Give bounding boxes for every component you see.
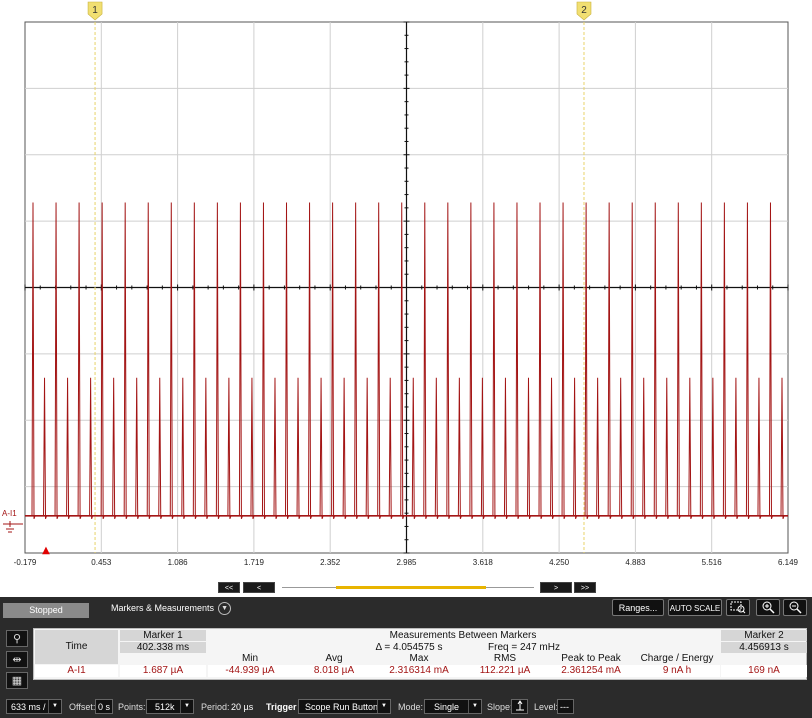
- trigger-label: Trigger: [266, 702, 297, 712]
- timebase-select[interactable]: 633 ms / ▼: [6, 699, 62, 714]
- measurement-column-header: Max: [409, 653, 429, 664]
- points-label: Points:: [118, 702, 146, 712]
- mode-select[interactable]: Single ▼: [424, 699, 482, 714]
- marker2-value: 169 nA: [721, 665, 807, 677]
- points-value: 512k: [155, 702, 175, 712]
- markers-measurements-toggle[interactable]: Markers & Measurements ▼: [111, 601, 232, 616]
- status-bar: 633 ms / ▼ Offset: 0 s Points: 512k ▼ Peri…: [0, 695, 812, 718]
- marker2-time: 4.456913 s: [721, 642, 807, 653]
- scroll-prev-button[interactable]: <: [243, 582, 275, 593]
- x-tick-label: -0.179: [13, 558, 37, 567]
- period-label: Period:: [201, 702, 230, 712]
- bottom-panel: Stopped Markers & Measurements ▼ Ranges..…: [0, 597, 812, 718]
- x-tick-label: 5.516: [701, 558, 722, 567]
- measurement-value: 112.221 µA: [462, 665, 548, 677]
- grid-view-icon[interactable]: ▦: [6, 672, 28, 689]
- delta-time: Δ = 4.054575 s: [375, 642, 443, 653]
- scroll-first-button[interactable]: <<: [218, 582, 240, 593]
- trigger-position-icon[interactable]: ▲: [42, 545, 50, 556]
- mode-value: Single: [434, 702, 460, 712]
- chevron-down-icon: ▼: [377, 700, 390, 713]
- channel-tag: A-I1: [2, 509, 17, 518]
- x-tick-label: 1.719: [243, 558, 264, 567]
- measurement-column-header: Peak to Peak: [561, 653, 621, 664]
- measurement-value: 2.361254 mA: [548, 665, 634, 677]
- x-tick-label: 6.149: [777, 558, 799, 567]
- mode-label: Mode:: [398, 702, 424, 712]
- measurement-value: 9 nA h: [634, 665, 720, 677]
- time-scrollbar[interactable]: << < > >>: [0, 580, 812, 596]
- offset-field[interactable]: 0 s: [95, 699, 113, 714]
- period-value: 20 µs: [231, 702, 254, 712]
- measurement-toolbar: Stopped Markers & Measurements ▼ Ranges..…: [0, 597, 812, 624]
- timebase-value: 633 ms /: [11, 702, 46, 712]
- points-select[interactable]: 512k ▼: [146, 699, 194, 714]
- trigger-source-select[interactable]: Scope Run Button ▼: [298, 699, 391, 714]
- markers-measurements-label: Markers & Measurements: [111, 603, 215, 613]
- trigger-source-value: Scope Run Button: [305, 702, 379, 712]
- time-label: Time: [35, 630, 118, 664]
- scroll-thumb[interactable]: [336, 586, 486, 589]
- chevron-down-icon: ▼: [218, 602, 232, 616]
- measurement-column-header: Charge / Energy: [640, 653, 714, 664]
- x-tick-label: 3.618: [472, 558, 493, 567]
- offset-label: Offset:: [69, 702, 96, 712]
- frequency: Freq = 247 mHz: [488, 642, 560, 653]
- x-tick-label: 2.352: [320, 558, 341, 567]
- run-status-indicator[interactable]: Stopped: [3, 603, 89, 618]
- scope-plot[interactable]: 1 2 A-I1 ▲: [0, 0, 812, 560]
- scroll-last-button[interactable]: >>: [574, 582, 596, 593]
- level-label: Level:: [534, 702, 559, 712]
- marker-2-label: 2: [581, 5, 587, 16]
- marker-1-label: 1: [92, 5, 98, 16]
- x-tick-label: 0.453: [91, 558, 112, 567]
- chevron-down-icon: ▼: [180, 700, 193, 713]
- x-tick-label: 1.086: [167, 558, 188, 567]
- between-markers-header: Measurements Between Markers: [389, 630, 537, 641]
- x-tick-label: 4.883: [625, 558, 646, 567]
- measurements-table: Marker 1 Measurements Between Markers Ma…: [33, 628, 807, 680]
- marker1-header: Marker 1: [120, 630, 206, 641]
- x-axis-tick-labels: -0.179 0.453 1.086 1.719 2.352 2.985 3.618 4.25…: [0, 558, 812, 570]
- measurement-value: -44.939 µA: [208, 665, 292, 677]
- marker1-value: 1.687 µA: [120, 665, 206, 677]
- zoom-in-icon[interactable]: [756, 599, 780, 616]
- channel-label: A-I1: [35, 665, 118, 677]
- slope-rising-icon[interactable]: [511, 699, 528, 714]
- ranges-button[interactable]: Ranges...: [612, 599, 664, 616]
- zoom-out-icon[interactable]: [783, 599, 807, 616]
- zoom-region-icon[interactable]: [726, 599, 750, 616]
- cursor-measure-icon[interactable]: ⇹: [6, 651, 28, 668]
- marker2-header: Marker 2: [721, 630, 807, 641]
- x-tick-label: 4.250: [549, 558, 570, 567]
- measurement-column-header: Avg: [325, 653, 343, 664]
- measurement-column-header: RMS: [493, 653, 517, 664]
- level-field[interactable]: ---: [557, 699, 574, 714]
- measurement-value: 8.018 µA: [292, 665, 376, 677]
- marker1-time: 402.338 ms: [120, 642, 206, 653]
- auto-scale-button[interactable]: AUTO SCALE: [668, 599, 722, 616]
- scroll-next-button[interactable]: >: [540, 582, 572, 593]
- slope-label: Slope:: [487, 702, 513, 712]
- measurement-column-header: Min: [241, 653, 259, 664]
- measurement-value: 2.316314 mA: [376, 665, 462, 677]
- marker-tool-icon[interactable]: ⚲: [6, 630, 28, 647]
- chevron-down-icon: ▼: [48, 700, 61, 713]
- x-tick-label: 2.985: [396, 558, 417, 567]
- chevron-down-icon: ▼: [468, 700, 481, 713]
